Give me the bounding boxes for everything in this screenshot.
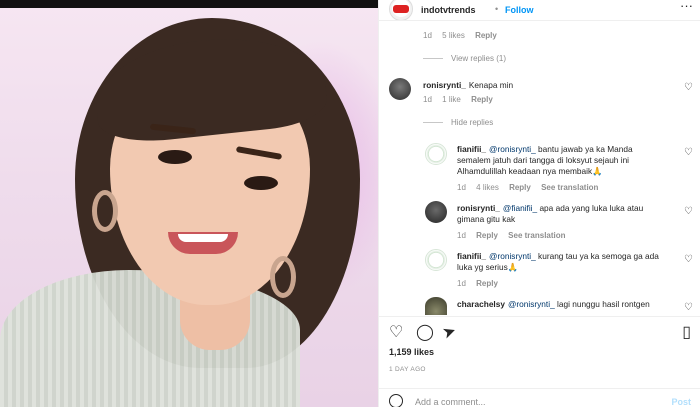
header-divider — [379, 20, 700, 21]
view-replies-label: View replies (1) — [451, 54, 506, 63]
like-heart-icon[interactable]: ♡ — [684, 206, 693, 217]
comment-meta: 1d 1 like Reply — [423, 95, 501, 104]
reply-body-line-1: lagi nunggu hasil rontgen — [554, 299, 650, 309]
comment-body: Kenapa min — [468, 80, 514, 90]
reply-meta: 1d 4 likes Reply See translation — [457, 183, 606, 192]
reply-username[interactable]: fianifii_ — [457, 251, 486, 261]
comment-time: 1d — [423, 95, 432, 104]
likes-count[interactable]: 1,159 likes — [389, 347, 434, 357]
post-button[interactable]: Post — [671, 397, 691, 407]
follow-button[interactable]: Follow — [505, 5, 534, 15]
avatar[interactable] — [425, 143, 447, 165]
comment-time: 1d — [423, 31, 432, 40]
hide-replies-label: Hide replies — [451, 118, 494, 127]
mention-link[interactable]: @ronisrynti_ — [489, 144, 536, 154]
more-horizontal-icon[interactable]: ··· — [680, 0, 693, 13]
reply-username[interactable]: fianifii_ — [457, 144, 486, 154]
reply-body-line-2: gimana gitu kak — [457, 214, 516, 224]
reply-time: 1d — [457, 231, 466, 240]
bookmark-icon[interactable]: ▯ — [682, 325, 691, 341]
reply-button[interactable]: Reply — [475, 31, 497, 40]
like-heart-icon[interactable]: ♡ — [684, 254, 693, 265]
reply-username[interactable]: charachelsy — [457, 299, 505, 309]
reply-time: 1d — [457, 183, 466, 192]
reply-body-line-1: bantu jawab ya ka Manda — [535, 144, 633, 154]
see-translation-button[interactable]: See translation — [508, 231, 565, 240]
share-icon[interactable]: ➤ — [440, 322, 458, 343]
reply-text: fianifii_ @ronisrynti_ bantu jawab ya ka … — [457, 144, 633, 177]
emoji-icon[interactable] — [389, 394, 403, 407]
comments-panel: indotvtrends • Follow ··· 1d 5 likes Rep… — [378, 0, 700, 407]
like-heart-icon[interactable]: ♡ — [684, 302, 693, 313]
comment-likes[interactable]: 1 like — [442, 95, 461, 104]
reply-button[interactable]: Reply — [471, 95, 493, 104]
comment-likes[interactable]: 5 likes — [442, 31, 465, 40]
account-username[interactable]: indotvtrends — [421, 5, 476, 15]
post-photo — [0, 0, 378, 407]
reply-meta: 1d Reply — [457, 279, 506, 288]
reply-meta: 1d Reply See translation — [457, 231, 574, 240]
reply-body-line-2: semalem jatuh dari tangga di loksyut sej… — [457, 155, 630, 165]
avatar[interactable] — [425, 297, 447, 315]
comment-meta: 1d 5 likes Reply — [423, 31, 505, 40]
mention-link[interactable]: @ronisrynti_ — [508, 299, 555, 309]
like-heart-icon[interactable]: ♡ — [684, 147, 693, 158]
reply-button[interactable]: Reply — [509, 183, 531, 192]
avatar[interactable] — [425, 249, 447, 271]
mouth — [168, 232, 238, 254]
left-eye — [158, 150, 192, 164]
see-translation-button[interactable]: See translation — [541, 183, 598, 192]
reply-text: charachelsy @ronisrynti_ lagi nunggu hasi… — [457, 299, 650, 310]
left-earring — [92, 190, 118, 232]
reply-text: ronisrynti_ @fianifii_ apa ada yang luka … — [457, 203, 643, 225]
add-comment-bar: Add a comment... Post — [379, 388, 700, 407]
mention-link[interactable]: @fianifii_ — [503, 203, 537, 213]
reply-username[interactable]: ronisrynti_ — [457, 203, 500, 213]
post-header: indotvtrends • Follow ··· — [379, 0, 700, 22]
reply-body-line-1: kurang tau ya ka semoga ga ada — [535, 251, 659, 261]
reply-button[interactable]: Reply — [476, 279, 498, 288]
comment-username[interactable]: ronisrynti_ — [423, 80, 466, 90]
thread-line — [423, 122, 443, 124]
account-avatar[interactable] — [389, 0, 413, 21]
like-heart-icon[interactable]: ♡ — [684, 82, 693, 93]
separator-dot: • — [495, 4, 499, 14]
right-earring — [270, 256, 296, 298]
avatar[interactable] — [425, 201, 447, 223]
mention-link[interactable]: @ronisrynti_ — [489, 251, 536, 261]
view-replies-button[interactable]: View replies (1) — [423, 54, 506, 63]
brand-logo — [393, 5, 409, 13]
comment-text: ronisrynti_ Kenapa min — [423, 80, 513, 91]
comment-icon[interactable]: ◯ — [416, 325, 434, 341]
hide-replies-button[interactable]: Hide replies — [423, 118, 493, 127]
post-time: 1 DAY AGO — [389, 366, 426, 373]
add-comment-input[interactable]: Add a comment... — [415, 397, 486, 407]
reply-likes[interactable]: 4 likes — [476, 183, 499, 192]
reply-text: fianifii_ @ronisrynti_ kurang tau ya ka s… — [457, 251, 659, 273]
thread-line — [423, 58, 443, 60]
reply-body-line-2: luka yg serius🙏 — [457, 262, 519, 272]
reply-button[interactable]: Reply — [476, 231, 498, 240]
photo-top-strip — [0, 0, 378, 8]
reply-body-line-3: Alhamdulillah keadaan nya membaik🙏 — [457, 166, 603, 176]
right-eye — [244, 176, 278, 190]
heart-icon[interactable]: ♡ — [389, 325, 403, 341]
reply-time: 1d — [457, 279, 466, 288]
teeth — [178, 234, 228, 242]
avatar[interactable] — [389, 78, 411, 100]
reply-body-line-1: apa ada yang luka luka atau — [537, 203, 644, 213]
